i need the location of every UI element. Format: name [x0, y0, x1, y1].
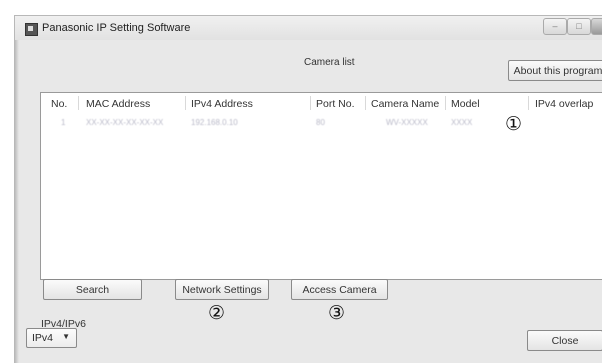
minimize-button[interactable]: – [543, 18, 567, 35]
close-button[interactable] [591, 18, 602, 35]
column-divider [365, 96, 366, 110]
column-divider [528, 96, 529, 110]
ip-mode-selected-value: IPv4 [32, 332, 54, 344]
column-divider [78, 96, 79, 110]
chevron-down-icon: ▼ [62, 332, 70, 341]
row-cell-camera-name: WV-XXXXX [386, 118, 428, 127]
search-button[interactable]: Search [43, 279, 142, 300]
maximize-icon: □ [576, 21, 582, 31]
column-divider [445, 96, 446, 110]
column-header-no[interactable]: No. [51, 98, 67, 110]
callout-marker-3: ③ [328, 302, 346, 324]
access-camera-button[interactable]: Access Camera [291, 279, 388, 300]
column-header-camera-name[interactable]: Camera Name [371, 98, 439, 110]
column-header-model[interactable]: Model [451, 98, 480, 110]
column-divider [310, 96, 311, 110]
app-icon [25, 23, 38, 36]
callout-marker-1: ① [505, 113, 523, 135]
column-header-ipv4-overlap[interactable]: IPv4 overlap [535, 98, 593, 110]
row-cell-mac: XX-XX-XX-XX-XX-XX [86, 118, 164, 127]
network-settings-button[interactable]: Network Settings [175, 279, 269, 300]
row-cell-no: 1 [61, 118, 66, 127]
ip-mode-select[interactable]: IPv4 ▼ [26, 328, 77, 348]
row-cell-port: 80 [316, 118, 325, 127]
minimize-icon: – [552, 21, 558, 31]
window-title: Panasonic IP Setting Software [42, 22, 191, 34]
row-cell-ipv4: 192.168.0.10 [191, 118, 238, 127]
maximize-button[interactable]: □ [567, 18, 591, 35]
title-bar[interactable]: Panasonic IP Setting Software – □ [15, 16, 602, 40]
column-divider [185, 96, 186, 110]
row-cell-model: XXXX [451, 118, 473, 127]
camera-list-caption: Camera list [304, 57, 355, 68]
window-edge [15, 40, 19, 363]
about-program-button[interactable]: About this program [508, 60, 602, 81]
column-header-mac[interactable]: MAC Address [86, 98, 150, 110]
close-window-button[interactable]: Close [527, 330, 602, 351]
callout-marker-2: ② [208, 302, 226, 324]
column-header-ipv4[interactable]: IPv4 Address [191, 98, 253, 110]
app-window: Panasonic IP Setting Software – □ Camera… [14, 15, 602, 363]
column-header-port[interactable]: Port No. [316, 98, 355, 110]
camera-list-table[interactable]: No. MAC Address IPv4 Address Port No. Ca… [40, 92, 602, 280]
